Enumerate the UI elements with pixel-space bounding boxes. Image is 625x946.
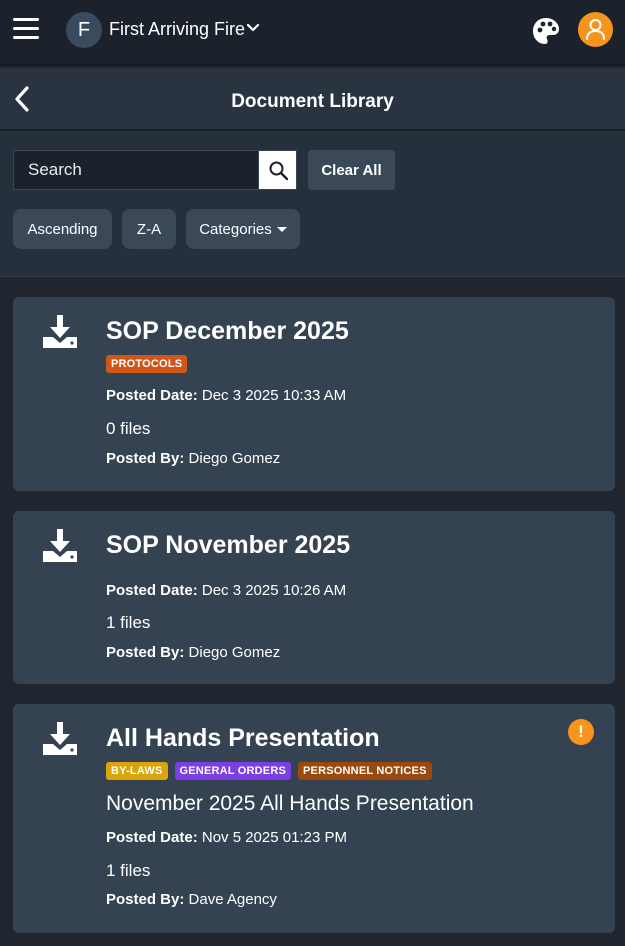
page-title: Document Library (231, 91, 394, 112)
search-button[interactable] (258, 150, 297, 190)
download-icon[interactable] (41, 527, 79, 565)
posted-date-label: Posted Date: (106, 387, 198, 404)
posted-by-value: Diego Gomez (188, 644, 281, 661)
document-title: All Hands Presentation (106, 724, 380, 752)
posted-date-value: Nov 5 2025 01:23 PM (201, 829, 347, 846)
posted-by-value: Dave Agency (188, 891, 277, 908)
posted-by-label: Posted By: (106, 644, 185, 661)
menu-icon[interactable] (13, 17, 39, 39)
document-card[interactable]: SOP November 2025 Posted Date: Dec 3 202… (13, 511, 615, 684)
posted-date: Posted Date: Dec 3 2025 10:26 AM (106, 582, 346, 599)
search-input[interactable] (13, 150, 259, 190)
posted-by: Posted By: Dave Agency (106, 891, 277, 908)
file-count: 0 files (106, 419, 151, 438)
user-avatar[interactable] (578, 12, 613, 47)
tag-list: BY-LAWS GENERAL ORDERS PERSONNEL NOTICES (106, 762, 432, 780)
download-icon[interactable] (41, 313, 79, 351)
sort-alpha-toggle[interactable]: Z-A (122, 209, 176, 249)
posted-by-label: Posted By: (106, 891, 185, 908)
file-count: 1 files (106, 861, 151, 880)
tag-list: PROTOCOLS (106, 355, 188, 373)
posted-by: Posted By: Diego Gomez (106, 644, 280, 661)
user-icon (586, 19, 605, 40)
org-switcher-label[interactable]: First Arriving Fire (109, 19, 245, 40)
document-title: SOP November 2025 (106, 531, 351, 559)
posted-date-label: Posted Date: (106, 582, 198, 599)
sort-order-toggle[interactable]: Ascending (13, 209, 112, 249)
posted-date: Posted Date: Nov 5 2025 01:23 PM (106, 829, 347, 846)
download-icon[interactable] (41, 720, 79, 758)
posted-date-value: Dec 3 2025 10:26 AM (201, 582, 347, 599)
palette-icon[interactable] (531, 16, 561, 46)
app-header: F First Arriving Fire (0, 0, 625, 66)
clear-all-button[interactable]: Clear All (308, 150, 395, 190)
category-tag: PROTOCOLS (106, 355, 188, 373)
chevron-down-icon[interactable] (246, 22, 260, 34)
document-card[interactable]: All Hands Presentation ! BY-LAWS GENERAL… (13, 704, 615, 933)
posted-date: Posted Date: Dec 3 2025 10:33 AM (106, 387, 346, 404)
org-avatar[interactable]: F (66, 12, 102, 48)
alert-icon: ! (568, 719, 594, 745)
caret-down-icon (276, 226, 287, 232)
search-icon (269, 161, 289, 181)
posted-by: Posted By: Diego Gomez (106, 450, 280, 467)
categories-dropdown[interactable]: Categories (186, 209, 300, 249)
document-description: November 2025 All Hands Presentation (106, 792, 474, 815)
category-tag: BY-LAWS (106, 762, 168, 780)
category-tag: PERSONNEL NOTICES (298, 762, 432, 780)
document-title: SOP December 2025 (106, 317, 349, 345)
posted-date-value: Dec 3 2025 10:33 AM (201, 387, 347, 404)
categories-label: Categories (199, 220, 272, 238)
file-count: 1 files (106, 613, 151, 632)
posted-date-label: Posted Date: (106, 829, 198, 846)
document-card[interactable]: SOP December 2025 PROTOCOLS Posted Date:… (13, 297, 615, 491)
category-tag: GENERAL ORDERS (174, 762, 292, 780)
posted-by-label: Posted By: (106, 450, 185, 467)
posted-by-value: Diego Gomez (188, 450, 281, 467)
